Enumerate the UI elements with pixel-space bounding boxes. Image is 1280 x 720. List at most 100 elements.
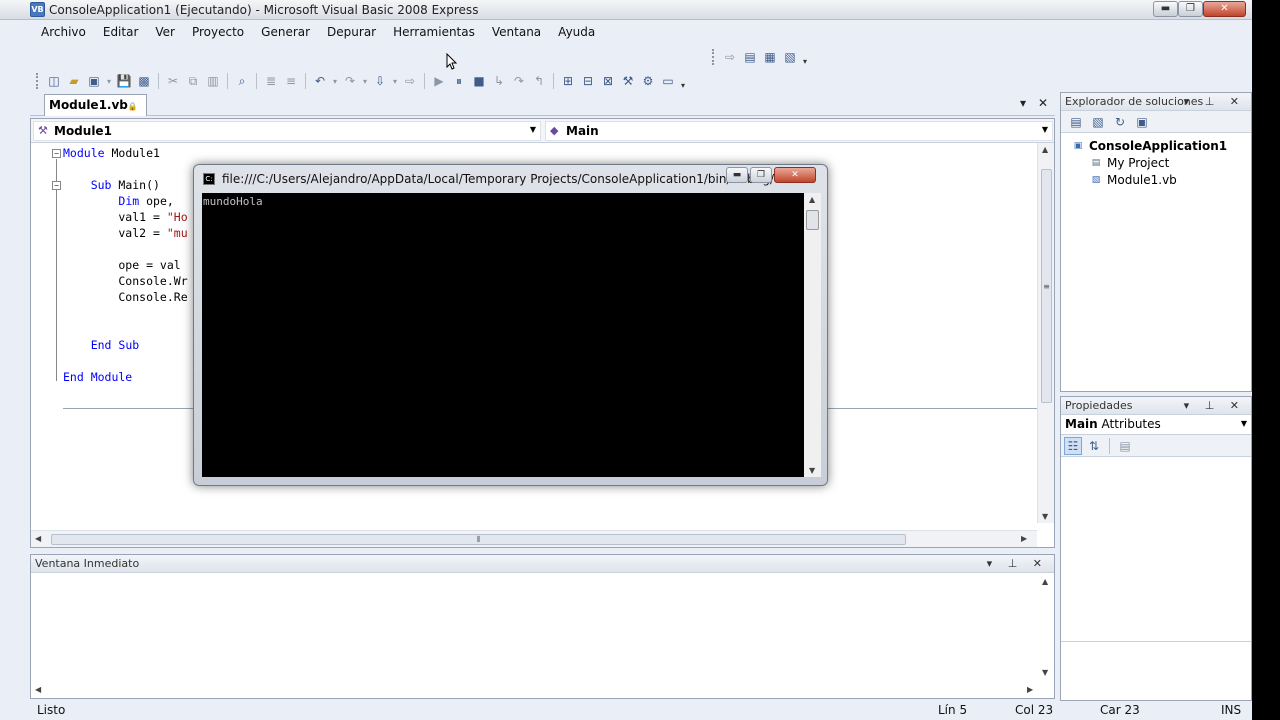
- tree-item-project[interactable]: ▣ ConsoleApplication1: [1061, 137, 1251, 154]
- find-icon[interactable]: ⌕: [233, 72, 251, 90]
- maximize-button[interactable]: ❐: [1178, 1, 1203, 17]
- refresh-icon[interactable]: ↻: [1111, 113, 1129, 131]
- alphabetical-icon[interactable]: ⇅: [1085, 437, 1103, 455]
- collapse-module-icon[interactable]: −: [52, 149, 61, 158]
- add-item-icon[interactable]: ▣: [85, 72, 103, 90]
- console-close-button[interactable]: ✕: [774, 167, 816, 183]
- immediate-header: Ventana Inmediato ▾ ⊥ ✕: [31, 555, 1054, 573]
- cut-icon[interactable]: ✂: [164, 72, 182, 90]
- object-browser-icon[interactable]: ⚙: [639, 72, 657, 90]
- window-icon[interactable]: ▤: [741, 48, 759, 66]
- active-files-dropdown-icon[interactable]: ▾: [1020, 96, 1026, 110]
- new-project-icon[interactable]: ◫: [45, 72, 63, 90]
- menu-herramientas[interactable]: Herramientas: [382, 22, 481, 44]
- tree-item-my-project[interactable]: ▤ My Project: [1061, 154, 1251, 171]
- navigate-icon[interactable]: ⇩: [371, 72, 389, 90]
- undo-icon[interactable]: ↶: [311, 72, 329, 90]
- scroll-up-icon[interactable]: ▲: [1042, 577, 1048, 586]
- categorized-icon[interactable]: ☷: [1064, 436, 1082, 455]
- console-output[interactable]: mundoHola: [202, 193, 804, 477]
- find-in-files-icon[interactable]: ⊞: [559, 72, 577, 90]
- console-minimize-button[interactable]: ▬: [726, 167, 748, 183]
- close-button[interactable]: ✕: [1203, 1, 1246, 17]
- dropdown-icon[interactable]: ▾: [105, 72, 113, 90]
- object-selector[interactable]: Main Attributes ▼: [1061, 415, 1251, 435]
- toolbar-grip[interactable]: [712, 49, 716, 65]
- pane-controls[interactable]: ▾ ⊥ ✕: [987, 557, 1048, 570]
- show-all-files-icon[interactable]: ▧: [1089, 113, 1107, 131]
- step-over-icon[interactable]: ↷: [510, 72, 528, 90]
- method-name-combo[interactable]: ◆ Main ▼: [545, 121, 1053, 141]
- method-name-value: Main: [566, 124, 599, 138]
- dropdown-icon[interactable]: ▾: [391, 72, 399, 90]
- toolbar-options-icon[interactable]: ▾: [679, 72, 687, 90]
- property-pages-icon[interactable]: ▤: [1116, 437, 1134, 455]
- toolbar-options-icon[interactable]: ▾: [801, 48, 809, 66]
- scroll-thumb[interactable]: ⦀: [51, 534, 906, 545]
- menu-ver[interactable]: Ver: [144, 22, 181, 44]
- console-window[interactable]: C: file:///C:/Users/Alejandro/AppData/Lo…: [193, 164, 828, 486]
- scroll-down-icon[interactable]: ▼: [809, 466, 815, 475]
- console-scrollbar[interactable]: ▲ ▼: [804, 193, 821, 477]
- start-page-icon[interactable]: ▭: [659, 72, 677, 90]
- scroll-thumb[interactable]: [806, 210, 819, 230]
- pause-icon[interactable]: ⏸: [450, 72, 468, 90]
- menu-ayuda[interactable]: Ayuda: [547, 22, 601, 44]
- toolbar-grip[interactable]: [36, 73, 40, 89]
- redo-icon[interactable]: ↷: [341, 72, 359, 90]
- menu-generar[interactable]: Generar: [250, 22, 316, 44]
- scroll-down-icon[interactable]: ▼: [1042, 512, 1048, 521]
- pane-controls[interactable]: ▾ ⊥ ✕: [1184, 399, 1245, 412]
- toolbar-separator: [158, 73, 159, 89]
- console-maximize-button[interactable]: ❐: [750, 167, 772, 183]
- toolbox-icon[interactable]: ⚒: [619, 72, 637, 90]
- uncomment-icon[interactable]: ≡: [282, 72, 300, 90]
- class-name-combo[interactable]: ⚒ Module1 ▼: [33, 121, 541, 141]
- immediate-window[interactable]: Ventana Inmediato ▾ ⊥ ✕ ▲ ▼ ◀ ▶: [30, 554, 1055, 699]
- tab-module1-vb[interactable]: Module1.vb🔒: [44, 94, 147, 116]
- collapse-sub-icon[interactable]: −: [52, 181, 61, 190]
- menu-ventana[interactable]: Ventana: [481, 22, 547, 44]
- pane-controls[interactable]: ▾ ⊥ ✕: [1184, 95, 1245, 108]
- scroll-left-icon[interactable]: ◀: [35, 534, 41, 543]
- scroll-left-icon[interactable]: ◀: [35, 685, 41, 694]
- save-icon[interactable]: 💾: [115, 72, 133, 90]
- save-all-icon[interactable]: ▩: [135, 72, 153, 90]
- scroll-right-icon[interactable]: ▶: [1021, 534, 1027, 543]
- scroll-down-icon[interactable]: ▼: [1042, 668, 1048, 677]
- editor-vertical-scrollbar[interactable]: ▲ ≡ ▼: [1037, 143, 1054, 523]
- toolbar-separator: [424, 73, 425, 89]
- close-document-icon[interactable]: ✕: [1038, 96, 1048, 110]
- solution-explorer-icon[interactable]: ⊟: [579, 72, 597, 90]
- step-out-icon[interactable]: ↰: [530, 72, 548, 90]
- menu-editar[interactable]: Editar: [92, 22, 145, 44]
- paste-icon[interactable]: ▥: [204, 72, 222, 90]
- tree-item-module1[interactable]: ▧ Module1.vb: [1061, 171, 1251, 188]
- open-folder-icon[interactable]: ▰: [65, 72, 83, 90]
- scroll-thumb[interactable]: ≡: [1041, 169, 1052, 403]
- properties-window-icon[interactable]: ⊠: [599, 72, 617, 90]
- scroll-up-icon[interactable]: ▲: [1042, 145, 1048, 154]
- copy-icon[interactable]: ⧉: [184, 72, 202, 90]
- chevron-down-icon: ▼: [1041, 125, 1048, 134]
- scroll-up-icon[interactable]: ▲: [809, 195, 815, 204]
- dropdown-icon[interactable]: ▾: [361, 72, 369, 90]
- arrow-right-icon[interactable]: ⇨: [721, 48, 739, 66]
- step-into-icon[interactable]: ↳: [490, 72, 508, 90]
- scroll-right-icon[interactable]: ▶: [1027, 685, 1033, 694]
- menu-proyecto[interactable]: Proyecto: [181, 22, 250, 44]
- stop-icon[interactable]: ■: [470, 72, 488, 90]
- comment-icon[interactable]: ≣: [262, 72, 280, 90]
- properties-icon[interactable]: ▧: [781, 48, 799, 66]
- table-icon[interactable]: ▦: [761, 48, 779, 66]
- view-code-icon[interactable]: ▣: [1133, 113, 1151, 131]
- navigate-forward-icon[interactable]: ⇨: [401, 72, 419, 90]
- menu-archivo[interactable]: Archivo: [30, 22, 92, 44]
- dropdown-icon[interactable]: ▾: [331, 72, 339, 90]
- properties-icon[interactable]: ▤: [1067, 113, 1085, 131]
- menu-depurar[interactable]: Depurar: [316, 22, 382, 44]
- start-icon[interactable]: ▶: [430, 72, 448, 90]
- minimize-button[interactable]: ▬: [1153, 1, 1178, 17]
- editor-horizontal-scrollbar[interactable]: ◀ ⦀ ▶: [31, 530, 1037, 547]
